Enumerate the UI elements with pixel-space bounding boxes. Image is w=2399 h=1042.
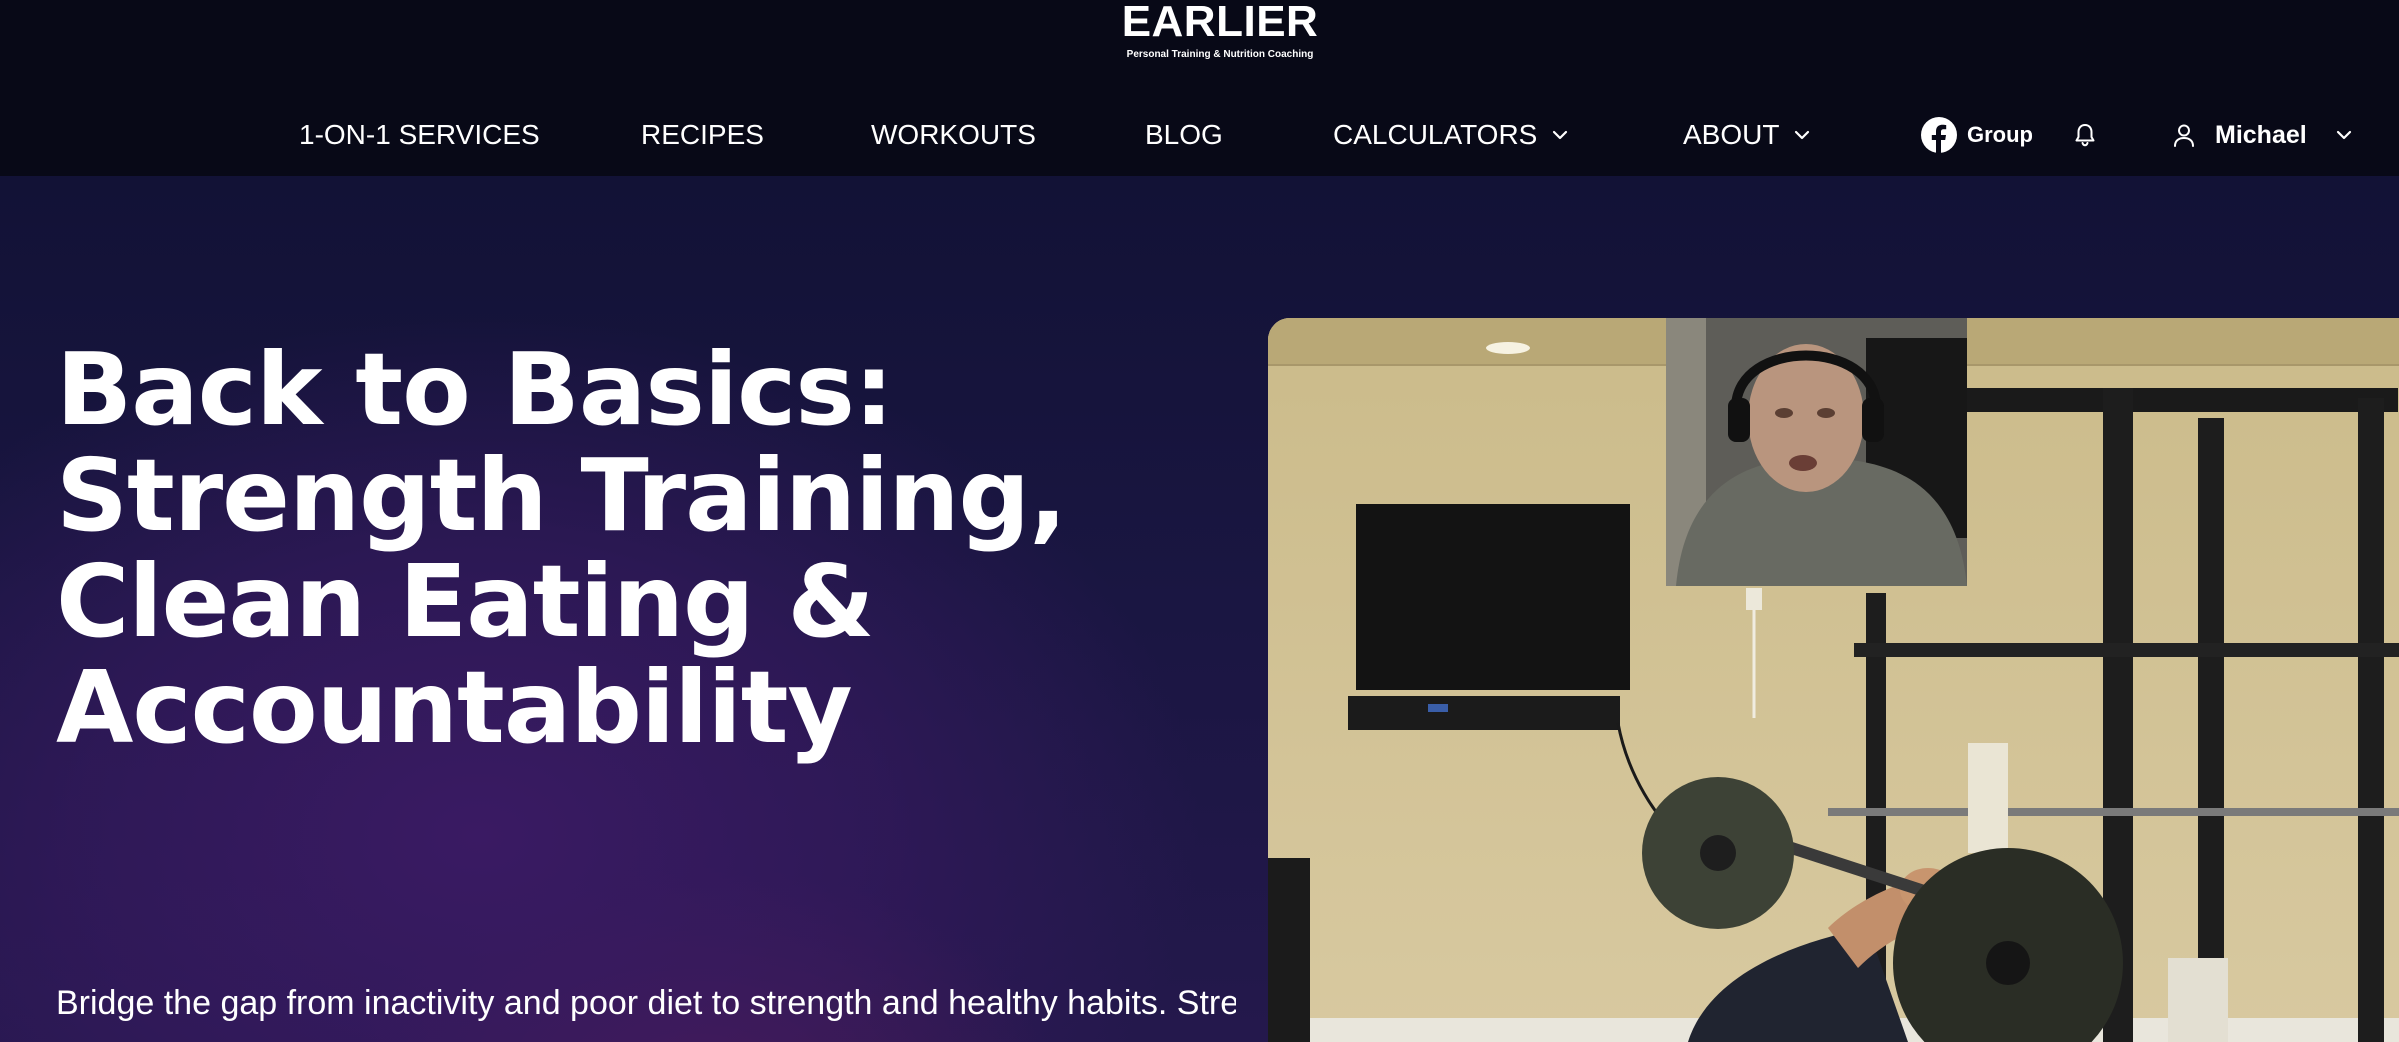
group-label: Group	[1967, 122, 2033, 147]
site-header: EARLIER Personal Training & Nutrition Co…	[0, 0, 2399, 176]
hero-title-line: Clean Eating &	[56, 543, 875, 660]
webcam-overlay	[1666, 318, 1967, 586]
facebook-group-link[interactable]: Group	[1921, 108, 2033, 162]
nav-item-1on1-services[interactable]: 1-ON-1 SERVICES	[299, 108, 540, 162]
chevron-down-icon	[1795, 130, 1810, 140]
user-menu[interactable]: Michael	[2171, 108, 2353, 162]
nav-item-workouts[interactable]: WORKOUTS	[871, 108, 1036, 162]
nav-item-recipes[interactable]: RECIPES	[641, 108, 764, 162]
nav-item-label: WORKOUTS	[871, 119, 1036, 150]
user-name: Michael	[2215, 121, 2307, 149]
logo-subtitle: Personal Training & Nutrition Coaching	[1126, 49, 1314, 60]
hero-title-line: Strength Training,	[56, 437, 1067, 554]
site-logo[interactable]: EARLIER Personal Training & Nutrition Co…	[1085, 0, 1355, 60]
hero-title-line: Back to Basics:	[56, 331, 894, 448]
notifications-button[interactable]	[2071, 108, 2099, 162]
nav-item-label: 1-ON-1 SERVICES	[299, 119, 540, 150]
chevron-down-icon	[2336, 130, 2351, 140]
nav-item-calculators[interactable]: CALCULATORS	[1333, 108, 1569, 162]
nav-item-label: BLOG	[1145, 119, 1223, 150]
hero-title-line: Accountability	[56, 649, 853, 766]
nav-item-label: CALCULATORS	[1333, 119, 1538, 150]
hero-title: Back to Basics: Strength Training, Clean…	[56, 337, 1156, 761]
nav-item-blog[interactable]: BLOG	[1145, 108, 1223, 162]
chevron-down-icon	[1553, 130, 1568, 140]
nav-item-label: ABOUT	[1683, 119, 1780, 150]
logo-title: EARLIER	[1121, 0, 1319, 46]
webcam-image	[1666, 318, 1967, 586]
main-nav: 1-ON-1 SERVICES RECIPES WORKOUTS BLOG CA…	[0, 108, 2399, 162]
nav-item-about[interactable]: ABOUT	[1683, 108, 1811, 162]
nav-item-label: RECIPES	[641, 119, 764, 150]
user-icon	[2174, 124, 2194, 147]
facebook-icon	[1921, 117, 1957, 153]
hero-description: Bridge the gap from inactivity and poor …	[56, 984, 1236, 1022]
bell-icon	[2075, 124, 2095, 147]
